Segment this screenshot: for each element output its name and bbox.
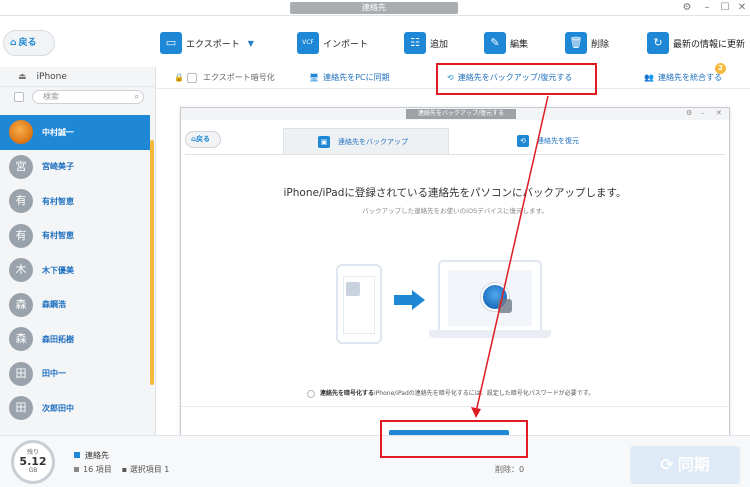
annotation-arrow bbox=[471, 95, 549, 418]
